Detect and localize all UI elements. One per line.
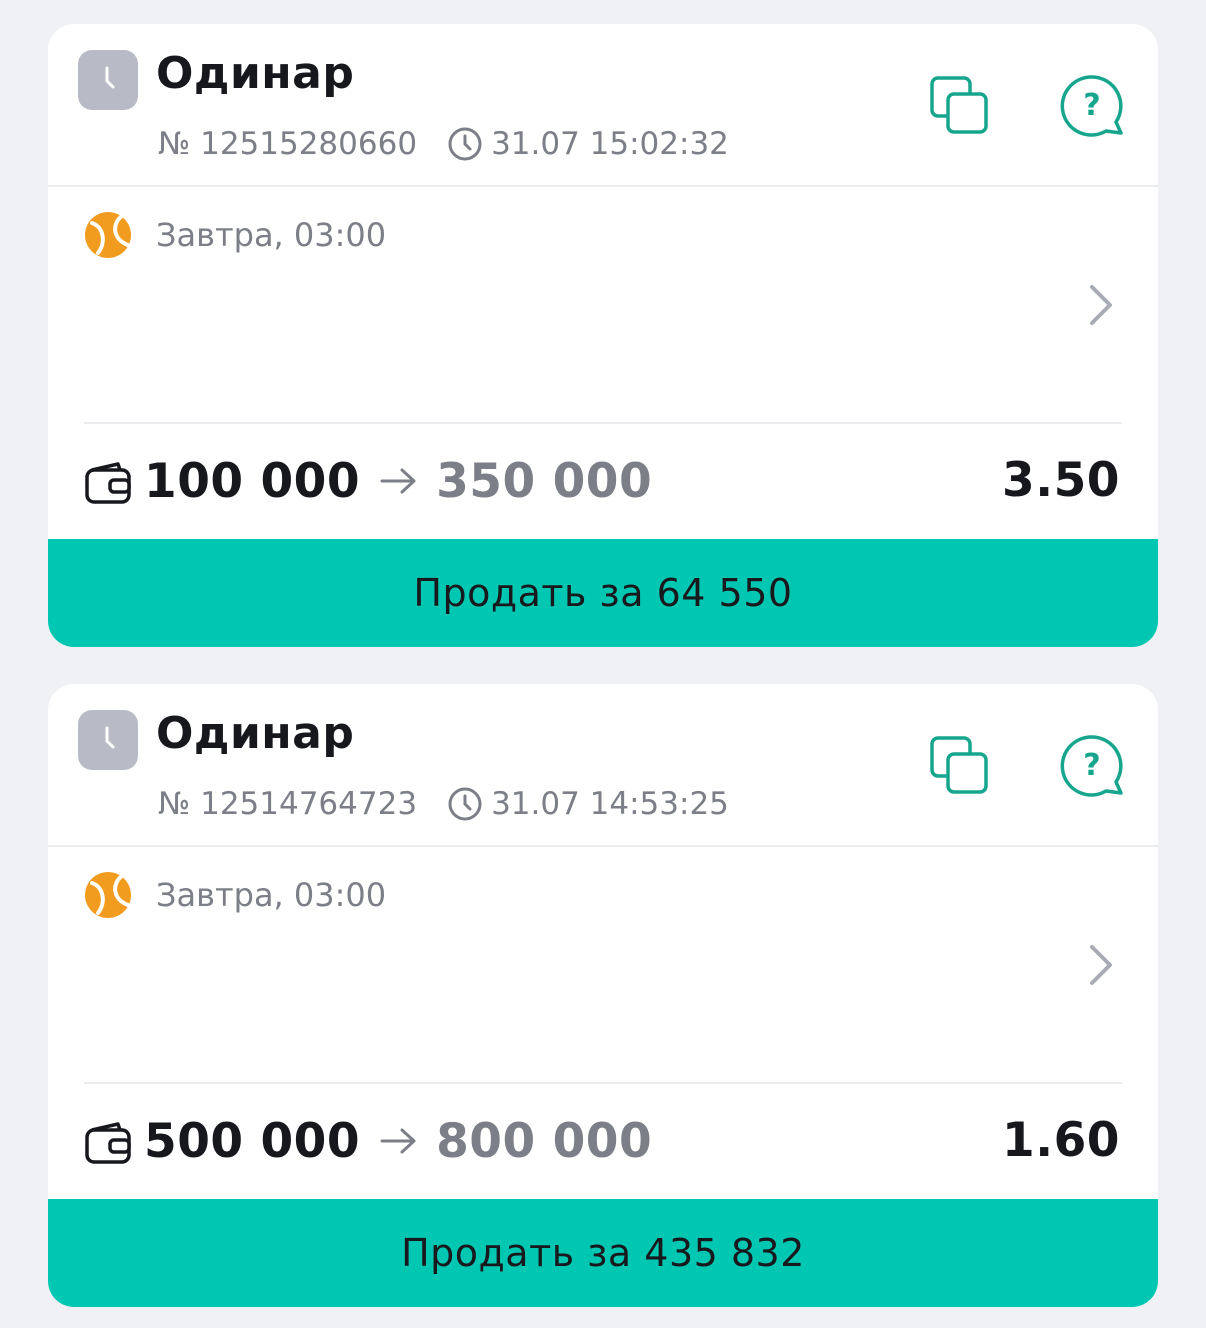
tennis-ball-icon	[85, 212, 131, 258]
stake-row: 500 000 800 000 1.60	[84, 1108, 1122, 1174]
event-time: Завтра, 03:00	[156, 216, 387, 254]
stake-amount: 100 000	[144, 453, 361, 509]
bet-card: Одинар № 12515280660 31.07 15:02:32 ? За…	[48, 24, 1158, 647]
sell-button[interactable]: Продать за 64 550	[48, 539, 1158, 647]
bet-card: Одинар № 12514764723 31.07 14:53:25 ? За…	[48, 684, 1158, 1307]
payout-amount: 350 000	[436, 453, 653, 509]
clock-icon	[448, 787, 482, 821]
tennis-ball-icon	[85, 872, 131, 918]
placed-at: 31.07 14:53:25	[491, 786, 729, 822]
chevron-right-icon	[1090, 945, 1112, 985]
event-row[interactable]: Завтра, 03:00	[48, 847, 1158, 1083]
stake-payout: 100 000 350 000	[144, 448, 652, 514]
question-bubble-icon: ?	[1060, 75, 1123, 137]
payout-amount: 800 000	[436, 1113, 653, 1169]
clock-pending-icon	[78, 710, 138, 770]
bet-meta: № 12515280660 31.07 15:02:32	[158, 122, 729, 166]
event-row[interactable]: Завтра, 03:00	[48, 187, 1158, 423]
sell-button[interactable]: Продать за 435 832	[48, 1199, 1158, 1307]
divider	[84, 1082, 1122, 1084]
svg-text:?: ?	[1083, 88, 1100, 123]
stake-amount: 500 000	[144, 1113, 361, 1169]
wallet-icon	[85, 462, 131, 504]
odds-value: 1.60	[1002, 1113, 1120, 1168]
bet-type-title: Одинар	[156, 708, 355, 759]
stake-payout: 500 000 800 000	[144, 1108, 652, 1174]
help-button[interactable]: ?	[1058, 72, 1126, 140]
svg-text:?: ?	[1083, 748, 1100, 783]
wallet-icon	[85, 1122, 131, 1164]
coupon-number: № 12515280660	[158, 126, 418, 162]
help-button[interactable]: ?	[1058, 732, 1126, 800]
copy-button[interactable]	[926, 732, 994, 800]
odds-value: 3.50	[1002, 453, 1120, 508]
arrow-right-icon	[380, 468, 416, 494]
placed-at: 31.07 15:02:32	[491, 126, 729, 162]
bet-meta: № 12514764723 31.07 14:53:25	[158, 782, 729, 826]
divider	[84, 422, 1122, 424]
event-time: Завтра, 03:00	[156, 876, 387, 914]
clock-icon	[448, 127, 482, 161]
chevron-right-icon	[1090, 285, 1112, 325]
copy-button[interactable]	[926, 72, 994, 140]
bet-type-title: Одинар	[156, 48, 355, 99]
copy-icon	[930, 76, 988, 134]
coupon-number: № 12514764723	[158, 786, 418, 822]
question-bubble-icon: ?	[1060, 735, 1123, 797]
clock-pending-icon	[78, 50, 138, 110]
copy-icon	[930, 736, 988, 794]
arrow-right-icon	[380, 1128, 416, 1154]
stake-row: 100 000 350 000 3.50	[84, 448, 1122, 514]
